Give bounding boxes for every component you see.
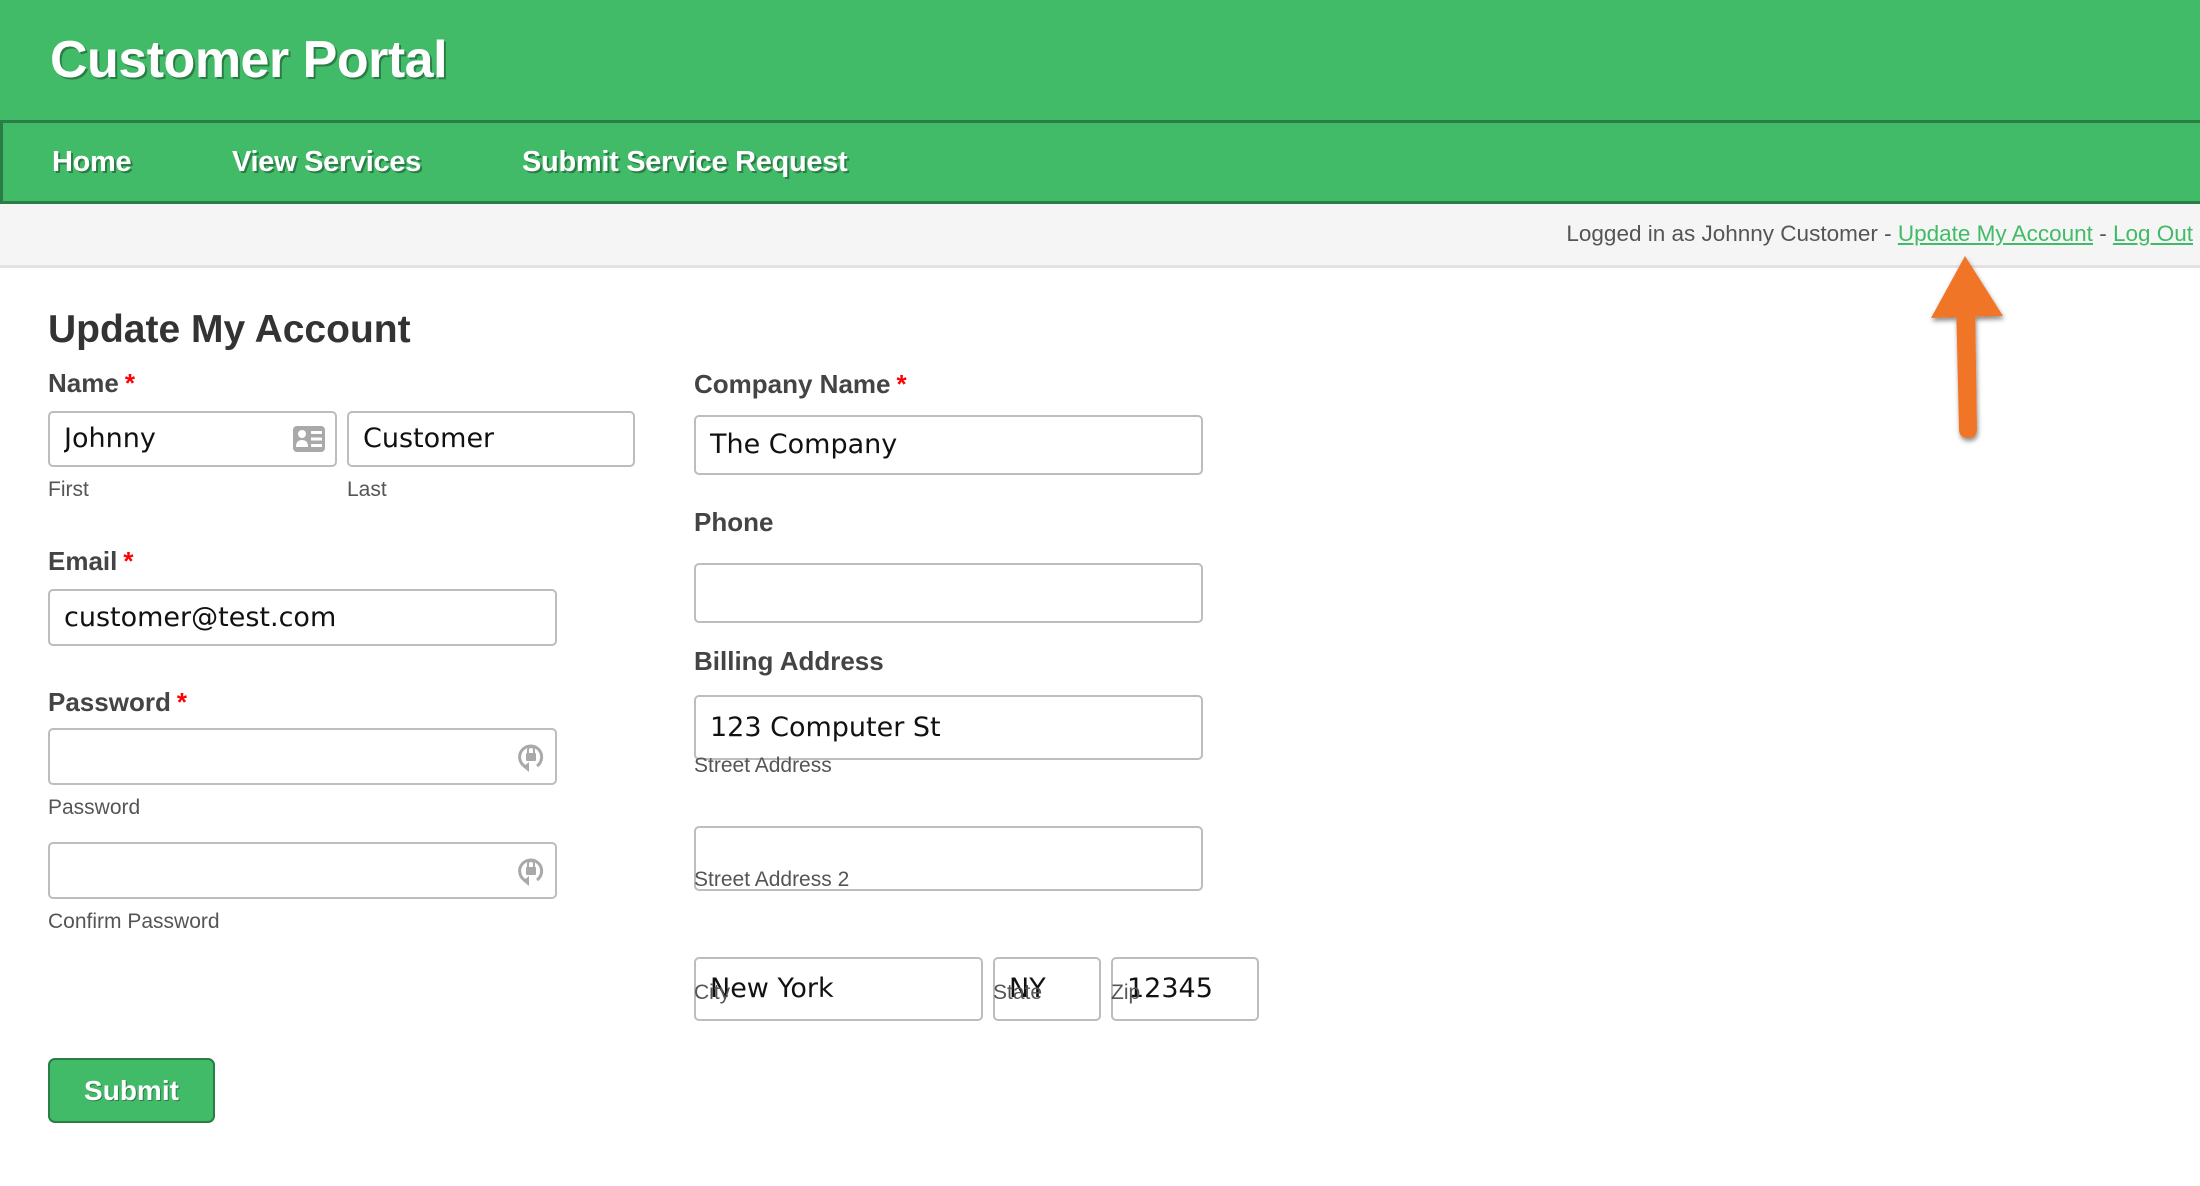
separator: - [2092,221,2113,246]
password-label: Password * [48,687,187,717]
required-marker: * [896,369,907,399]
main-nav: Home View Services Submit Service Reques… [0,120,2200,204]
site-header: Customer Portal [0,0,2200,120]
logged-in-text: Logged in as Johnny Customer - [1566,221,1898,246]
phone-input[interactable] [694,563,1203,623]
street-address-sublabel: Street Address [694,754,832,777]
email-label-text: Email [48,546,118,576]
company-name-input[interactable]: The Company [694,415,1203,475]
billing-address-label: Billing Address [694,646,884,676]
first-name-value: Johnny [64,424,156,454]
first-name-input[interactable]: Johnny [48,411,337,467]
page-title: Update My Account [48,308,411,351]
street-address-input[interactable]: 123 Computer St [694,695,1203,760]
password-input[interactable] [48,728,557,785]
password-sublabel: Password [48,796,141,819]
zip-sublabel: Zip [1111,981,1141,1004]
password-label-text: Password [48,687,171,717]
nav-item-view-services[interactable]: View Services [232,145,421,179]
state-sublabel: State [993,981,1043,1004]
last-name-sublabel: Last [347,478,387,501]
last-name-input[interactable]: Customer [347,411,635,467]
password-manager-lock-icon[interactable] [517,854,545,888]
email-value: customer@test.com [64,602,337,633]
password-manager-lock-icon[interactable] [517,740,545,774]
city-input[interactable]: New York [694,957,983,1021]
confirm-password-input[interactable] [48,842,557,899]
confirm-password-sublabel: Confirm Password [48,910,220,933]
email-label: Email * [48,546,134,576]
street-address-value: 123 Computer St [710,712,941,743]
logout-link[interactable]: Log Out [2113,221,2193,246]
company-name-label: Company Name * [694,369,907,399]
name-label: Name * [48,368,135,398]
update-account-link[interactable]: Update My Account [1898,221,2093,246]
name-label-text: Name [48,368,119,398]
user-bar: Logged in as Johnny Customer - Update My… [0,204,2200,268]
company-name-value: The Company [710,430,898,460]
site-title: Customer Portal [50,31,448,89]
last-name-value: Customer [363,424,495,454]
company-label-text: Company Name [694,369,891,399]
phone-label: Phone [694,507,774,537]
annotation-arrow-icon [1931,256,2003,438]
login-status: Logged in as Johnny Customer - Update My… [1566,220,2193,248]
contact-card-icon[interactable] [293,426,325,452]
first-name-sublabel: First [48,478,89,501]
email-input[interactable]: customer@test.com [48,589,557,646]
submit-button[interactable]: Submit [48,1058,215,1123]
nav-item-submit-service-request[interactable]: Submit Service Request [522,145,848,179]
city-sublabel: City [694,981,731,1004]
required-marker: * [176,687,187,717]
required-marker: * [124,368,135,398]
street-address-2-sublabel: Street Address 2 [694,868,850,891]
nav-item-home[interactable]: Home [52,145,132,179]
required-marker: * [123,546,134,576]
